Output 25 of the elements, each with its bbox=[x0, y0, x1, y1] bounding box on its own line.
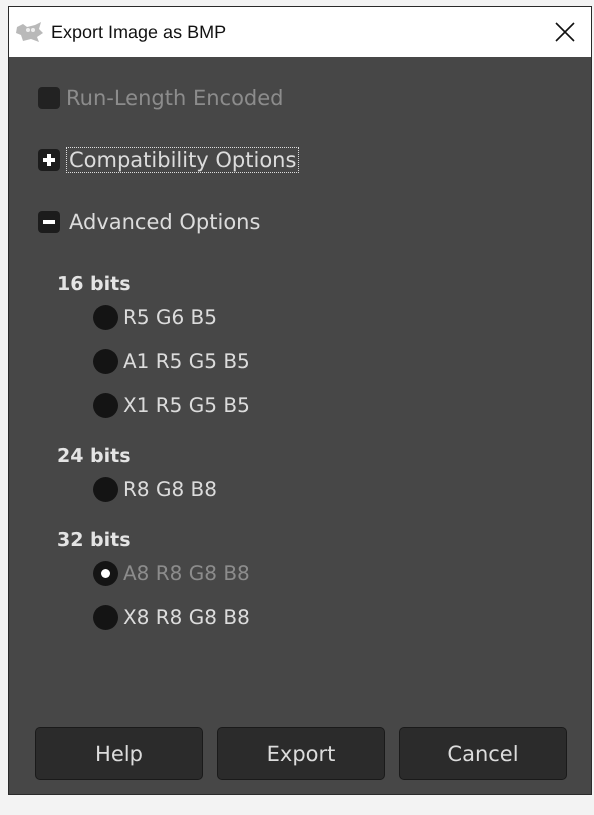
radio-button[interactable] bbox=[93, 604, 118, 630]
radio-label: A8 R8 G8 B8 bbox=[123, 561, 250, 585]
checkbox-label: Run-Length Encoded bbox=[66, 86, 284, 110]
gimp-mascot-icon bbox=[15, 21, 45, 43]
dialog-button[interactable]: Help bbox=[35, 727, 203, 780]
minus-icon[interactable] bbox=[38, 211, 60, 233]
expander-toggle[interactable]: Compatibility Options bbox=[66, 147, 300, 173]
radio-label: A1 R5 G5 B5 bbox=[123, 349, 250, 373]
plus-icon[interactable] bbox=[38, 149, 60, 171]
radio-button[interactable] bbox=[93, 392, 118, 418]
radio-label: R8 G8 B8 bbox=[123, 477, 218, 501]
radio-label: X8 R8 G8 B8 bbox=[123, 605, 250, 629]
window-title: Export Image as BMP bbox=[51, 22, 228, 42]
radio-label: R5 G6 B5 bbox=[123, 305, 218, 329]
radio-button[interactable] bbox=[93, 304, 118, 330]
radio-label: X1 R5 G5 B5 bbox=[123, 393, 250, 417]
radio-button[interactable] bbox=[93, 348, 118, 374]
group-heading: 32 bits bbox=[57, 529, 131, 551]
dialog-button[interactable]: Cancel bbox=[399, 727, 567, 780]
dialog-button[interactable]: Export bbox=[217, 727, 385, 780]
group-heading: 16 bits bbox=[57, 273, 131, 295]
radio-button[interactable] bbox=[93, 476, 118, 502]
close-icon bbox=[555, 22, 575, 42]
group-heading: 24 bits bbox=[57, 445, 131, 467]
expander-toggle[interactable]: Advanced Options bbox=[66, 209, 264, 235]
